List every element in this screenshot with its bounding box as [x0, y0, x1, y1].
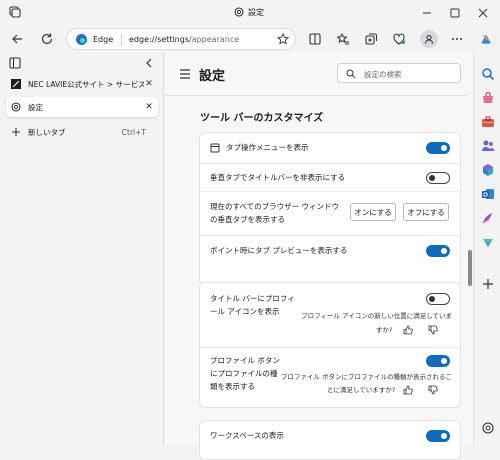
title-bar: 設定: [0, 0, 500, 26]
new-tab-button[interactable]: 新しいタブ Ctrl+T: [6, 122, 158, 142]
plus-icon: [10, 126, 22, 138]
more-options-icon[interactable]: [448, 30, 466, 48]
settings-main: 設定 設定の検索 ツール バーのカスタマイズ タブ操作メニューを表示 垂直タブで…: [165, 52, 467, 460]
page-title: 設定: [199, 69, 226, 84]
collections-icon[interactable]: [362, 30, 380, 48]
favorite-star-icon[interactable]: [277, 33, 289, 45]
profile-icon-titlebar-toggle[interactable]: [426, 293, 450, 305]
window-title: 設定: [248, 8, 264, 17]
search-placeholder: 設定の検索: [364, 70, 402, 79]
setting-row-tab-actions-menu: タブ操作メニューを表示: [200, 133, 462, 163]
microsoft-365-icon[interactable]: [480, 162, 496, 178]
profile-type-button-toggle[interactable]: [426, 355, 450, 367]
setting-row-profile-type-button: プロファイル ボタン にプロファイルの種 類を表示する プロファイル ボタンにプ…: [200, 347, 462, 409]
setting-label-line2: ール アイコンを表示: [210, 307, 280, 316]
close-tab-icon[interactable]: ✕: [144, 102, 154, 112]
tab-label: 設定: [28, 102, 43, 112]
tab-settings[interactable]: 設定 ✕: [6, 97, 158, 117]
feedback-text-line2: すか?: [376, 326, 393, 334]
copilot-icon[interactable]: [477, 30, 495, 48]
feedback-text-line2: とに満足していますか?: [327, 386, 396, 394]
add-sidebar-app-icon[interactable]: [480, 276, 496, 292]
address-bar[interactable]: Edge edge://settings/appearance: [66, 28, 296, 50]
profile-avatar-icon[interactable]: [420, 30, 438, 48]
sidebar-search-icon[interactable]: [480, 66, 496, 82]
url-path: /appearance: [189, 35, 240, 44]
collapse-pane-icon[interactable]: [144, 57, 154, 69]
tab-label: NEC LAVIE公式サイト > サービス&サ: [28, 79, 144, 89]
url-host: edge://settings: [129, 35, 189, 44]
refresh-button[interactable]: [38, 30, 56, 48]
search-icon: [346, 69, 356, 79]
games-icon[interactable]: [480, 138, 496, 154]
shopping-icon[interactable]: [480, 90, 496, 106]
edge-logo-icon: [75, 33, 88, 46]
setting-label: 垂直タブでタイトルバーを非表示にする: [210, 173, 346, 182]
setting-label-line3: 類を表示する: [210, 382, 255, 391]
designer-icon[interactable]: [480, 210, 496, 226]
toolbar-settings-card: タブ操作メニューを表示 垂直タブでタイトルバーを非表示にする 現在のすべてのブラ…: [199, 132, 462, 285]
new-tab-shortcut: Ctrl+T: [121, 127, 146, 137]
tools-icon[interactable]: [480, 114, 496, 130]
thumbs-up-icon[interactable]: [403, 385, 413, 395]
feedback-text-line1: プロフィール アイコンの新しい位置に満足していま: [301, 312, 452, 320]
maximize-button[interactable]: [446, 4, 464, 22]
thumbs-down-icon[interactable]: [428, 385, 438, 395]
drop-icon[interactable]: [480, 234, 496, 250]
site-label: Edge: [93, 35, 114, 44]
settings-gear-icon: [10, 101, 22, 113]
setting-label-line2: の垂直タブを表示する: [210, 215, 285, 224]
tab-preview-toggle[interactable]: [426, 245, 450, 257]
workspaces-settings-card: ワークスペースの表示: [199, 420, 461, 460]
thumbs-up-icon[interactable]: [403, 325, 413, 335]
tab-nec-lavie[interactable]: NEC LAVIE公式サイト > サービス&サ ✕: [6, 74, 158, 94]
workspaces-icon[interactable]: [8, 5, 22, 19]
tab-actions-menu-icon[interactable]: [8, 56, 22, 70]
close-window-button[interactable]: [474, 4, 492, 22]
nec-favicon-icon: [10, 78, 22, 90]
setting-label: タブ操作メニューを表示: [226, 143, 309, 152]
setting-label-line1: プロファイル ボタン: [210, 356, 280, 365]
minimize-button[interactable]: [418, 4, 436, 22]
split-screen-icon[interactable]: [306, 30, 324, 48]
setting-label-line2: にプロファイルの種: [210, 369, 278, 378]
browser-essentials-icon[interactable]: [390, 30, 408, 48]
tab-actions-icon: [210, 143, 220, 153]
setting-label: ワークスペースの表示: [210, 431, 284, 440]
setting-label-line1: タイトル バーにプロフィ: [210, 294, 295, 303]
url-text: edge://settings/appearance: [129, 35, 239, 44]
settings-search-input[interactable]: 設定の検索: [337, 63, 461, 83]
tab-actions-menu-toggle[interactable]: [426, 142, 450, 154]
edge-sidebar: [473, 52, 500, 445]
setting-label-line1: 現在のすべてのブラウザー ウィンドウ: [210, 202, 340, 211]
hide-titlebar-toggle[interactable]: [426, 172, 450, 184]
vertical-tab-panel: NEC LAVIE公式サイト > サービス&サ ✕ 設定 ✕ 新しいタブ Ctr…: [0, 52, 164, 445]
vertical-tabs-off-button[interactable]: オフにする: [403, 203, 449, 221]
outlook-icon[interactable]: [480, 186, 496, 202]
new-tab-label: 新しいタブ: [28, 127, 66, 137]
favorites-icon[interactable]: [334, 30, 352, 48]
section-title: ツール バーのカスタマイズ: [200, 113, 324, 124]
sidebar-settings-icon[interactable]: [480, 420, 496, 436]
setting-row-workspaces: ワークスペースの表示: [200, 421, 462, 451]
setting-row-vertical-tabs-all-windows: 現在のすべてのブラウザー ウィンドウ の垂直タブを表示する オンにする オフにす…: [200, 191, 462, 235]
setting-row-profile-icon-titlebar: タイトル バーにプロフィ ール アイコンを表示 プロフィール アイコンの新しい位…: [200, 283, 462, 347]
close-tab-icon[interactable]: ✕: [144, 79, 154, 89]
thumbs-down-icon[interactable]: [428, 325, 438, 335]
setting-label: ポイント時にタブ プレビューを表示する: [210, 246, 348, 255]
feedback-text-line1: プロファイル ボタンにプロファイルの種類が表示されるこ: [280, 373, 452, 381]
settings-header: 設定 設定の検索: [165, 52, 467, 96]
back-button[interactable]: [8, 30, 26, 48]
setting-row-hide-titlebar: 垂直タブでタイトルバーを非表示にする: [200, 163, 462, 191]
scrollbar-thumb[interactable]: [468, 250, 472, 286]
profile-settings-card: タイトル バーにプロフィ ール アイコンを表示 プロフィール アイコンの新しい位…: [199, 282, 462, 409]
settings-gear-icon: [233, 6, 245, 18]
vertical-tabs-on-button[interactable]: オンにする: [350, 203, 396, 221]
hamburger-menu-icon[interactable]: [179, 69, 191, 79]
address-divider: [121, 34, 122, 46]
workspaces-toggle[interactable]: [426, 430, 450, 442]
setting-row-tab-preview: ポイント時にタブ プレビューを表示する: [200, 235, 462, 265]
toolbar: Edge edge://settings/appearance: [0, 26, 500, 52]
